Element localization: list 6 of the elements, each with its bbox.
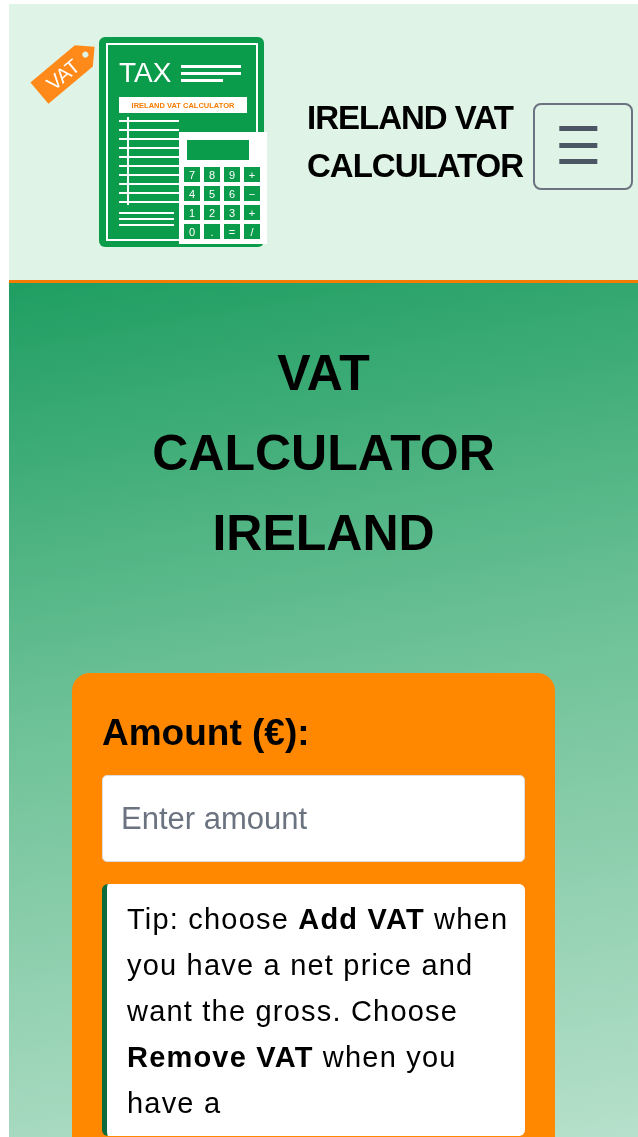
page-title: VAT CALCULATOR IRELAND (151, 344, 496, 563)
menu-button[interactable]: ☰ (533, 102, 633, 190)
site-title: IRELAND VAT CALCULATOR (307, 98, 525, 186)
amount-input-field[interactable]: Enter amount (102, 775, 525, 862)
amount-label: Amount (€): (102, 713, 311, 753)
tip-text: Tip: choose Add VAT when you have a net price and want the gross. Choose Remove VAT when you have a (102, 884, 525, 1136)
